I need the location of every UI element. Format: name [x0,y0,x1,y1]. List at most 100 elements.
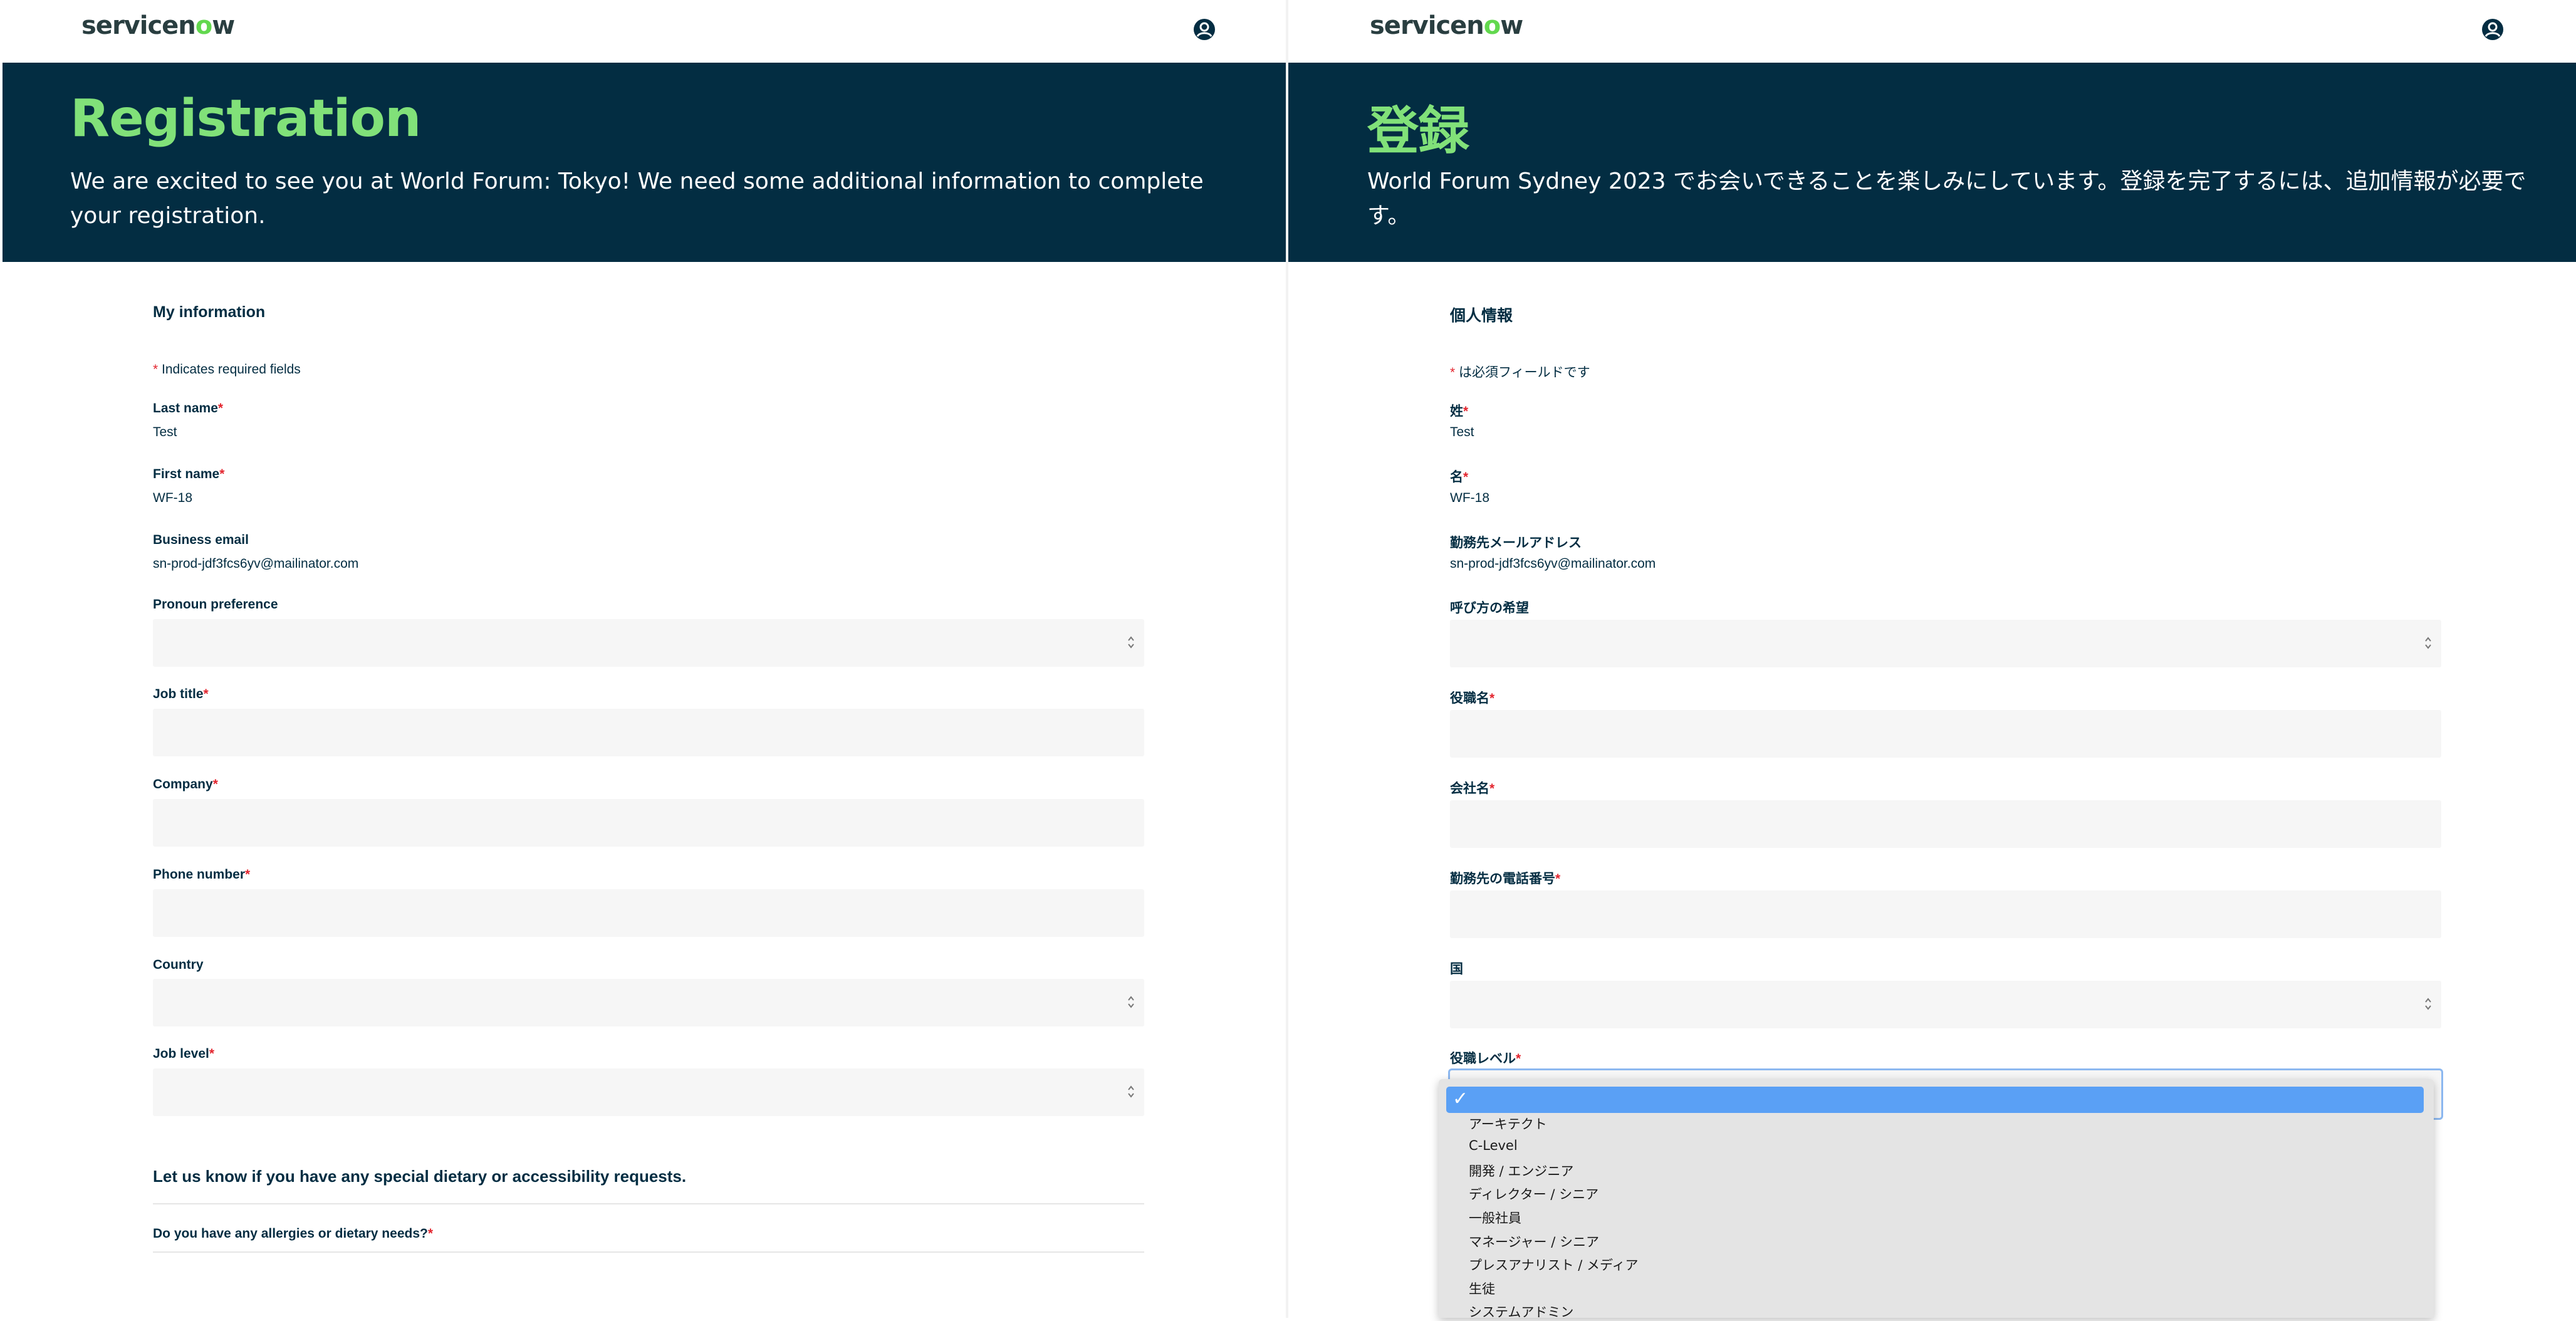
job-title-input[interactable] [153,709,1144,756]
allergies-label: Do you have any allergies or dietary nee… [153,1226,433,1241]
page-title: Registration [70,89,421,149]
required-star: * [1450,365,1459,380]
phone-number-input[interactable] [1450,890,2441,938]
select-arrows-icon [2425,998,2431,1010]
job-level-label-text: 役職レベル [1450,1052,1516,1066]
country-select[interactable] [153,979,1144,1026]
section-title: My information [153,303,266,321]
checkmark-icon: ✓ [1452,1088,1469,1110]
company-label: 会社名* [1450,778,1494,797]
phone-number-label: 勤務先の電話番号* [1450,869,1560,887]
required-star: * [1555,872,1561,886]
last-name-value: Test [1450,425,1474,439]
logo-text-end: w [212,11,235,40]
section-title: 個人情報 [1450,307,1513,325]
section-divider [153,1203,1144,1204]
last-name-label: 姓* [1450,401,1468,420]
pronoun-preference-label: Pronoun preference [153,597,278,612]
registration-screen-english: servicenow Registration We are excited t… [0,0,1288,1318]
select-arrows-icon [1128,1085,1134,1098]
dropdown-option[interactable]: プレスアナリスト / メディア [1469,1255,1639,1274]
dropdown-option[interactable]: 生徒 [1469,1279,1495,1298]
pronoun-preference-select[interactable] [1450,620,2441,667]
phone-number-label: Phone number* [153,867,250,882]
dropdown-option-blank-selected[interactable]: ✓ [1446,1087,2424,1113]
first-name-value: WF-18 [153,491,192,505]
country-select[interactable] [1450,981,2441,1028]
country-label: Country [153,958,204,972]
company-label: Company* [153,777,218,792]
pronoun-preference-label: 呼び方の希望 [1450,601,1529,615]
business-email-value: sn-prod-jdf3fcs6yv@mailinator.com [1450,556,1656,571]
job-title-label-text: Job title [153,687,204,701]
dropdown-option[interactable]: C-Level [1469,1138,1518,1153]
logo-text: servicen [81,11,196,40]
job-title-label-text: 役職名 [1450,691,1489,706]
first-name-label-text: 名 [1450,470,1463,484]
pronoun-preference-select[interactable] [153,619,1144,667]
last-name-value: Test [153,425,177,439]
dropdown-option[interactable]: システムアドミン [1469,1302,1573,1321]
job-level-label-text: Job level [153,1047,209,1061]
top-navigation-bar: servicenow [0,0,1288,63]
business-email-label: Business email [153,533,249,547]
required-star: * [245,867,251,882]
dropdown-option[interactable]: 一般社員 [1469,1208,1521,1227]
business-email-value: sn-prod-jdf3fcs6yv@mailinator.com [153,556,359,571]
dropdown-option[interactable]: アーキテクト [1469,1114,1547,1133]
required-star: * [209,1047,215,1061]
last-name-label-text: Last name [153,401,218,415]
page-title: 登録 [1367,102,1469,161]
required-star: * [1463,470,1469,484]
servicenow-logo[interactable]: servicenow [1370,11,1523,40]
job-title-input[interactable] [1450,710,2441,758]
required-star: * [1516,1052,1521,1066]
required-star: * [1489,781,1495,796]
user-account-icon[interactable] [2481,18,2505,41]
hero-description: We are excited to see you at World Forum… [70,169,1204,229]
user-account-icon[interactable] [1192,18,1216,41]
last-name-label: Last name* [153,401,223,416]
job-level-dropdown-menu: ✓ アーキテクト C-Level 開発 / エンジニア ディレクター / シニア… [1439,1079,2434,1321]
phone-number-input[interactable] [153,889,1144,937]
business-email-label: 勤務先メールアドレス [1450,536,1582,550]
dropdown-option[interactable]: 開発 / エンジニア [1469,1161,1573,1180]
top-navigation-bar: servicenow [1288,0,2576,63]
job-level-label: Job level* [153,1047,214,1062]
company-input[interactable] [153,799,1144,847]
servicenow-logo[interactable]: servicenow [81,11,235,40]
dropdown-option[interactable]: ディレクター / シニア [1469,1184,1598,1203]
required-star: * [219,467,225,481]
required-star: * [1463,404,1469,419]
hero-banner: Registration We are excited to see you a… [3,63,1288,262]
required-star: * [217,401,224,415]
first-name-label: First name* [153,467,224,482]
select-arrows-icon [2425,637,2431,649]
required-fields-note: * は必須フィールドです [1450,362,1590,381]
logo-text: servicen [1370,11,1484,40]
company-input[interactable] [1450,800,2441,848]
first-name-value: WF-18 [1450,491,1489,505]
job-level-label: 役職レベル* [1450,1048,1521,1067]
hero-banner: 登録 World Forum Sydney 2023 でお会いできることを楽しみ… [1288,63,2576,262]
select-arrows-icon [1128,636,1134,649]
required-fields-note: * Indicates required fields [153,362,301,377]
allergies-label-text: Do you have any allergies or dietary nee… [153,1226,428,1241]
job-level-select[interactable] [153,1068,1144,1116]
job-title-label: Job title* [153,687,209,702]
first-name-label: 名* [1450,467,1468,486]
dropdown-option[interactable]: マネージャー / シニア [1469,1232,1599,1251]
required-note-text: Indicates required fields [162,362,301,377]
logo-o: o [195,11,213,40]
job-title-label: 役職名* [1450,688,1494,707]
required-star: * [1489,691,1495,706]
required-star: * [212,777,218,791]
logo-o: o [1483,11,1501,40]
field-divider [153,1251,1144,1253]
company-label-text: Company [153,777,213,791]
last-name-label-text: 姓 [1450,404,1463,419]
required-note-text: は必須フィールドです [1459,365,1590,380]
required-star: * [427,1226,434,1241]
dietary-section-title: Let us know if you have any special diet… [153,1167,687,1186]
first-name-label-text: First name [153,467,220,481]
